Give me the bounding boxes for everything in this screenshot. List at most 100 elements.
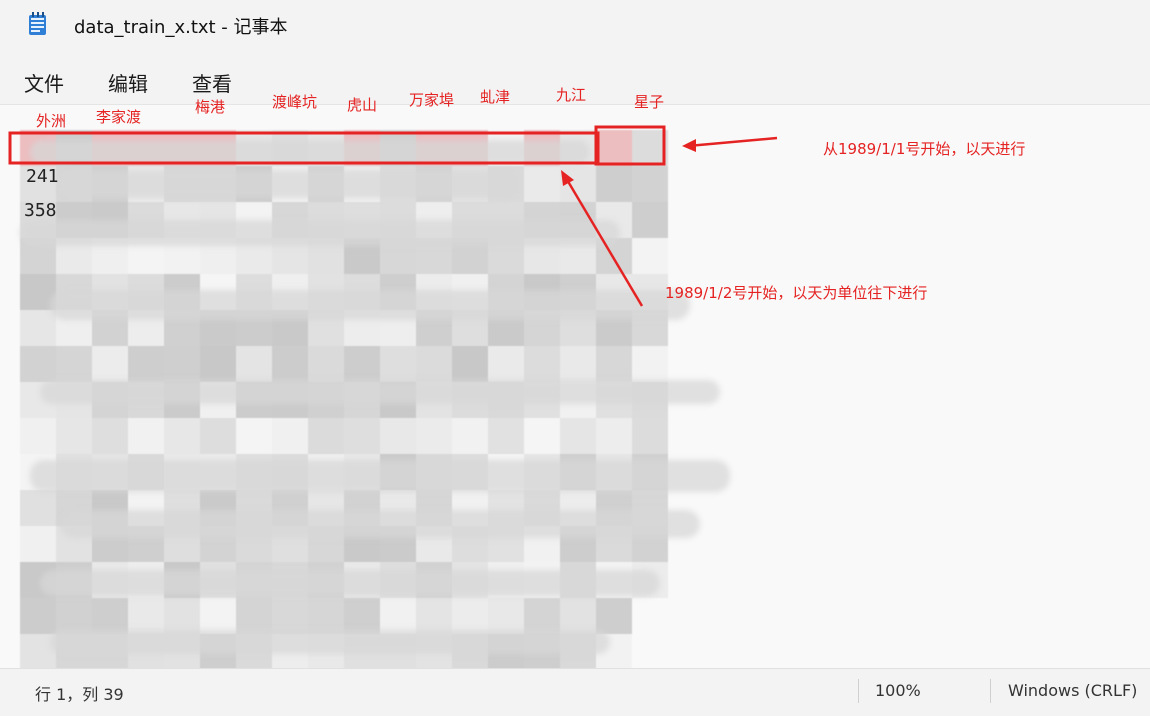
mosaic-cell <box>560 598 596 634</box>
mosaic-smudge <box>60 170 520 198</box>
mosaic-cell <box>452 346 488 382</box>
mosaic-smudge <box>40 380 720 404</box>
line-ending[interactable]: Windows (CRLF) <box>1008 681 1137 700</box>
mosaic-cell <box>632 238 668 274</box>
mosaic-cell <box>92 346 128 382</box>
mosaic-cell <box>20 346 56 382</box>
column-label: 李家渡 <box>96 108 142 126</box>
column-label: 万家埠 <box>409 91 455 109</box>
title-bar: data_train_x.txt - 记事本 <box>0 0 1150 50</box>
mosaic-cell <box>200 418 236 454</box>
mosaic-cell <box>380 346 416 382</box>
mosaic-cell <box>164 598 200 634</box>
column-label: 星子 <box>634 93 665 111</box>
mosaic-cell <box>20 526 56 562</box>
mosaic-cell <box>92 598 128 634</box>
mosaic-cell <box>416 598 452 634</box>
mosaic-cell <box>20 598 56 634</box>
mosaic-cell <box>200 598 236 634</box>
mosaic-cell <box>20 418 56 454</box>
mosaic-cell <box>272 598 308 634</box>
mosaic-cell <box>632 202 668 238</box>
mosaic-cell <box>200 346 236 382</box>
mosaic-cell <box>308 598 344 634</box>
mosaic-cell <box>452 598 488 634</box>
mosaic-cell <box>272 346 308 382</box>
column-label: 梅港 <box>195 98 226 116</box>
status-divider <box>858 679 859 703</box>
mosaic-cell <box>272 418 308 454</box>
mosaic-cell <box>632 130 668 166</box>
status-bar: 行 1，列 39 100% Windows (CRLF) <box>0 668 1150 716</box>
mosaic-cell <box>380 598 416 634</box>
mosaic-cell <box>164 418 200 454</box>
mosaic-cell <box>596 418 632 454</box>
column-label: 虬津 <box>480 88 511 106</box>
mosaic-cell <box>632 598 668 634</box>
mosaic-cell <box>236 346 272 382</box>
column-label: 渡峰坑 <box>272 93 318 111</box>
annotation-note-row: 从1989/1/1号开始，以天进行 <box>823 140 1026 158</box>
mosaic-cell <box>560 346 596 382</box>
mosaic-smudge <box>30 460 730 492</box>
partial-text-fragment: 241 <box>26 166 59 187</box>
mosaic-cell <box>236 418 272 454</box>
menu-view[interactable]: 查看 <box>188 66 236 99</box>
mosaic-cell <box>524 598 560 634</box>
mosaic-cell <box>596 166 632 202</box>
column-label: 外洲 <box>36 112 67 130</box>
notepad-icon <box>29 12 46 35</box>
mosaic-cell <box>488 418 524 454</box>
mosaic-cell <box>488 598 524 634</box>
mosaic-cell <box>488 346 524 382</box>
mosaic-cell <box>524 346 560 382</box>
mosaic-smudge <box>20 220 620 246</box>
mosaic-cell <box>236 598 272 634</box>
mosaic-cell <box>56 598 92 634</box>
menu-edit[interactable]: 编辑 <box>104 66 152 99</box>
mosaic-cell <box>632 166 668 202</box>
mosaic-smudge <box>40 570 660 596</box>
mosaic-cell <box>596 598 632 634</box>
mosaic-smudge <box>60 510 700 538</box>
mosaic-smudge <box>30 140 590 164</box>
mosaic-cell <box>452 418 488 454</box>
mosaic-cell <box>632 634 668 670</box>
column-label: 虎山 <box>347 96 378 114</box>
mosaic-smudge <box>50 290 690 320</box>
mosaic-cell <box>416 418 452 454</box>
mosaic-cell <box>596 130 632 166</box>
mosaic-cell <box>20 310 56 346</box>
menu-file[interactable]: 文件 <box>20 66 68 99</box>
mosaic-cell <box>344 346 380 382</box>
cursor-position: 行 1，列 39 <box>35 685 124 704</box>
mosaic-cell <box>632 346 668 382</box>
annotation-note-column: 1989/1/2号开始，以天为单位往下进行 <box>665 284 928 302</box>
mosaic-cell <box>632 418 668 454</box>
mosaic-cell <box>164 346 200 382</box>
mosaic-cell <box>20 490 56 526</box>
status-divider <box>990 679 991 703</box>
mosaic-cell <box>308 418 344 454</box>
mosaic-cell <box>56 418 92 454</box>
mosaic-cell <box>560 418 596 454</box>
window-title: data_train_x.txt - 记事本 <box>74 17 288 38</box>
column-label: 九江 <box>556 86 587 104</box>
zoom-level[interactable]: 100% <box>875 681 921 700</box>
mosaic-cell <box>344 598 380 634</box>
obscured-data-region <box>20 130 730 670</box>
mosaic-cell <box>524 418 560 454</box>
mosaic-cell <box>128 346 164 382</box>
mosaic-cell <box>416 346 452 382</box>
mosaic-cell <box>524 166 560 202</box>
mosaic-cell <box>56 346 92 382</box>
mosaic-cell <box>380 418 416 454</box>
mosaic-cell <box>596 346 632 382</box>
partial-text-fragment: 358 <box>24 200 57 221</box>
mosaic-cell <box>128 418 164 454</box>
mosaic-cell <box>560 166 596 202</box>
mosaic-cell <box>92 418 128 454</box>
mosaic-cell <box>308 346 344 382</box>
mosaic-smudge <box>50 630 610 654</box>
mosaic-cell <box>344 418 380 454</box>
